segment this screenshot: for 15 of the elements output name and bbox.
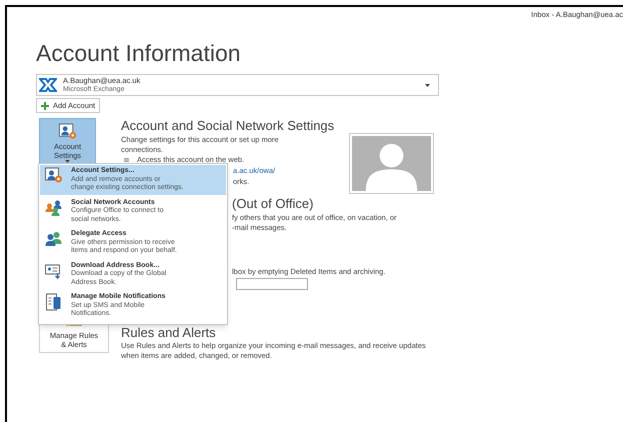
bullet-icon — [124, 158, 129, 162]
exchange-logo-icon — [39, 77, 57, 94]
section-heading: Rules and Alerts — [121, 325, 216, 340]
address-book-icon — [44, 262, 63, 280]
plus-icon — [41, 102, 49, 110]
mailbox-size-bar — [236, 278, 308, 290]
people-icon — [44, 230, 63, 248]
section-heading: Account and Social Network Settings — [121, 118, 336, 134]
section-heading: (Out of Office) — [232, 196, 314, 212]
dropdown-caret-icon — [425, 84, 430, 87]
page-title: Account Information — [36, 39, 241, 68]
people-icon — [44, 198, 63, 216]
mobile-phone-icon — [44, 293, 63, 311]
account-settings-icon — [58, 123, 78, 140]
account-settings-icon — [44, 167, 63, 185]
